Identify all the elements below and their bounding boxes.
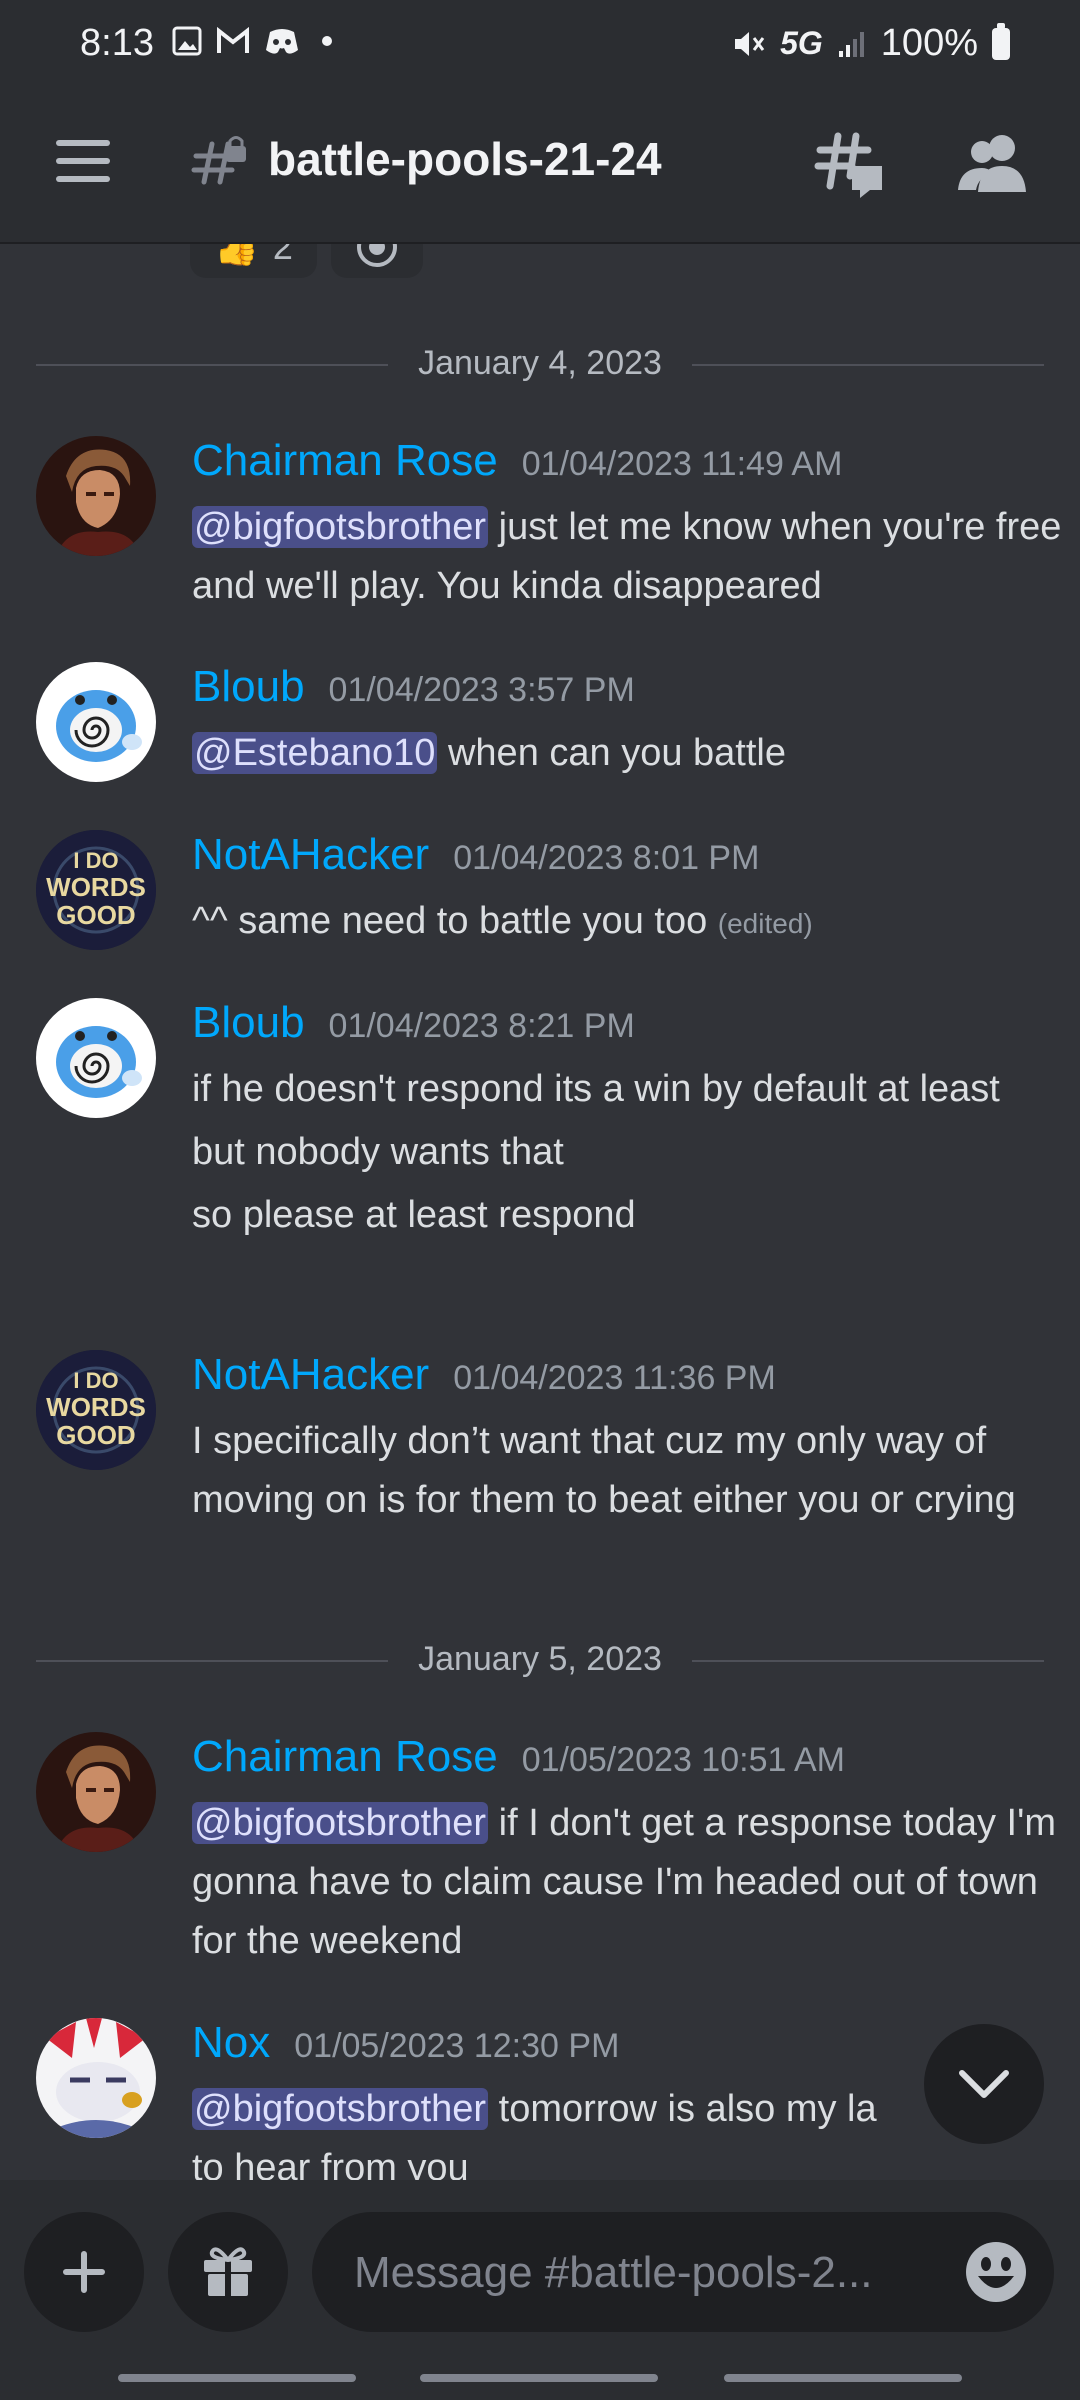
avatar-bloub xyxy=(36,662,156,782)
gallery-icon xyxy=(172,26,202,56)
avatar-notahacker: I DO WORDS GOOD xyxy=(36,1350,156,1470)
avatar[interactable]: I DO WORDS GOOD xyxy=(36,830,156,950)
message-content: @bigfootsbrother just let me know when y… xyxy=(192,498,1080,616)
avatar-line-1: I DO xyxy=(73,848,118,873)
add-attachment-button[interactable] xyxy=(24,2212,144,2332)
emoji-icon[interactable] xyxy=(964,2240,1028,2304)
message-text: ^^ same need to battle you too xyxy=(192,900,708,942)
message-text: tomorrow is also my la xyxy=(488,2088,877,2130)
date-divider: January 4, 2023 xyxy=(36,344,1044,384)
avatar-notahacker: I DO WORDS GOOD xyxy=(36,830,156,950)
message-timestamp: 01/04/2023 8:01 PM xyxy=(453,839,760,877)
avatar-line-3: GOOD xyxy=(56,1420,135,1450)
reaction-count: 2 xyxy=(272,244,293,267)
message-content: @bigfootsbrother if I don't get a respon… xyxy=(192,1794,1080,1971)
message-input-container[interactable] xyxy=(312,2212,1054,2334)
message-content: ^^ same need to battle you too (edited) xyxy=(192,892,1080,953)
user-mention[interactable]: @bigfootsbrother xyxy=(192,1802,489,1844)
avatar-line-2: WORDS xyxy=(46,872,146,902)
status-time: 8:13 xyxy=(80,22,154,64)
avatar-chairman-rose xyxy=(36,1732,156,1852)
gmail-icon xyxy=(217,27,249,53)
message-timestamp: 01/04/2023 11:36 PM xyxy=(453,1359,776,1397)
avatar-nox xyxy=(36,2018,156,2138)
author-name[interactable]: Bloub xyxy=(192,998,305,1048)
date-divider-label: January 4, 2023 xyxy=(394,344,686,382)
nav-bar-center xyxy=(420,2374,658,2382)
message-composer xyxy=(0,2180,1080,2400)
channel-title[interactable]: battle-pools-21-24 xyxy=(268,132,662,186)
emoji-icon xyxy=(356,244,397,267)
avatar-bloub xyxy=(36,998,156,1118)
battery-icon xyxy=(992,22,1010,60)
nav-bar-right xyxy=(724,2374,962,2382)
menu-icon[interactable] xyxy=(56,140,110,182)
reaction-bar: 👍 2 xyxy=(190,244,423,278)
status-bar: 8:13 5G 100% xyxy=(0,0,1080,92)
add-reaction-button[interactable] xyxy=(330,244,423,278)
edited-label: (edited) xyxy=(717,908,813,939)
message-text: when can you battle xyxy=(437,732,786,774)
message-input[interactable] xyxy=(352,2212,916,2334)
avatar-line-2: WORDS xyxy=(46,1392,146,1422)
hash-lock-icon xyxy=(191,136,246,185)
signal-icon xyxy=(838,31,864,57)
user-mention[interactable]: @Estebano10 xyxy=(192,732,438,774)
plus-icon xyxy=(63,2251,105,2293)
avatar[interactable] xyxy=(36,436,156,556)
date-divider-label: January 5, 2023 xyxy=(394,1640,686,1678)
notification-icons xyxy=(172,26,332,56)
message-timestamp: 01/05/2023 12:30 PM xyxy=(294,2027,620,2065)
members-icon[interactable] xyxy=(954,126,1030,202)
discord-icon xyxy=(266,29,298,54)
message-text: I specifically don’t want that cuz my on… xyxy=(192,1420,1016,1521)
nav-bar-left xyxy=(118,2374,356,2382)
message-content: @Estebano10 when can you battle xyxy=(192,724,1080,783)
avatar[interactable] xyxy=(36,998,156,1118)
author-name[interactable]: Chairman Rose xyxy=(192,1732,498,1782)
network-label: 5G xyxy=(780,25,823,61)
message-line: so please at least respond xyxy=(192,1194,636,1236)
scroll-to-bottom-button[interactable] xyxy=(924,2024,1044,2144)
author-name[interactable]: Chairman Rose xyxy=(192,436,498,486)
user-mention[interactable]: @bigfootsbrother xyxy=(192,506,489,548)
message-timestamp: 01/05/2023 10:51 AM xyxy=(521,1741,845,1779)
reaction-thumbs-up[interactable]: 👍 2 xyxy=(190,244,317,278)
gift-icon xyxy=(204,2247,252,2296)
dot-icon xyxy=(322,36,332,46)
channel-header: battle-pools-21-24 xyxy=(0,92,1080,244)
date-divider: January 5, 2023 xyxy=(36,1640,1044,1680)
avatar[interactable] xyxy=(36,2018,156,2138)
message-line: if he doesn't respond its a win by defau… xyxy=(192,1068,1000,1110)
user-mention[interactable]: @bigfootsbrother xyxy=(192,2088,489,2130)
avatar[interactable] xyxy=(36,1732,156,1852)
avatar-line-1: I DO xyxy=(73,1368,118,1393)
author-name[interactable]: Bloub xyxy=(192,662,305,712)
gift-button[interactable] xyxy=(168,2212,288,2332)
message-timestamp: 01/04/2023 8:21 PM xyxy=(328,1007,635,1045)
message-content: I specifically don’t want that cuz my on… xyxy=(192,1412,1052,1530)
message-list[interactable]: 👍 2 January 4, 2023 Chairman Rose 01/04/… xyxy=(0,244,1080,2180)
author-name[interactable]: Nox xyxy=(192,2018,270,2068)
mute-icon xyxy=(735,31,765,56)
message-timestamp: 01/04/2023 3:57 PM xyxy=(328,671,635,709)
message-line: but nobody wants that xyxy=(192,1131,564,1173)
chevron-down-icon xyxy=(959,2070,1009,2098)
avatar-line-3: GOOD xyxy=(56,900,135,930)
avatar-chairman-rose xyxy=(36,436,156,556)
battery-percent: 100% xyxy=(880,22,978,64)
message-timestamp: 01/04/2023 11:49 AM xyxy=(521,445,843,483)
message-content: if he doesn't respond its a win by defau… xyxy=(192,1060,1022,1245)
threads-icon[interactable] xyxy=(812,126,888,202)
author-name[interactable]: NotAHacker xyxy=(192,1350,429,1400)
avatar[interactable] xyxy=(36,662,156,782)
message-text: to hear from you xyxy=(192,2147,469,2180)
author-name[interactable]: NotAHacker xyxy=(192,830,429,880)
avatar[interactable]: I DO WORDS GOOD xyxy=(36,1350,156,1470)
reaction-emoji: 👍 xyxy=(214,244,259,267)
